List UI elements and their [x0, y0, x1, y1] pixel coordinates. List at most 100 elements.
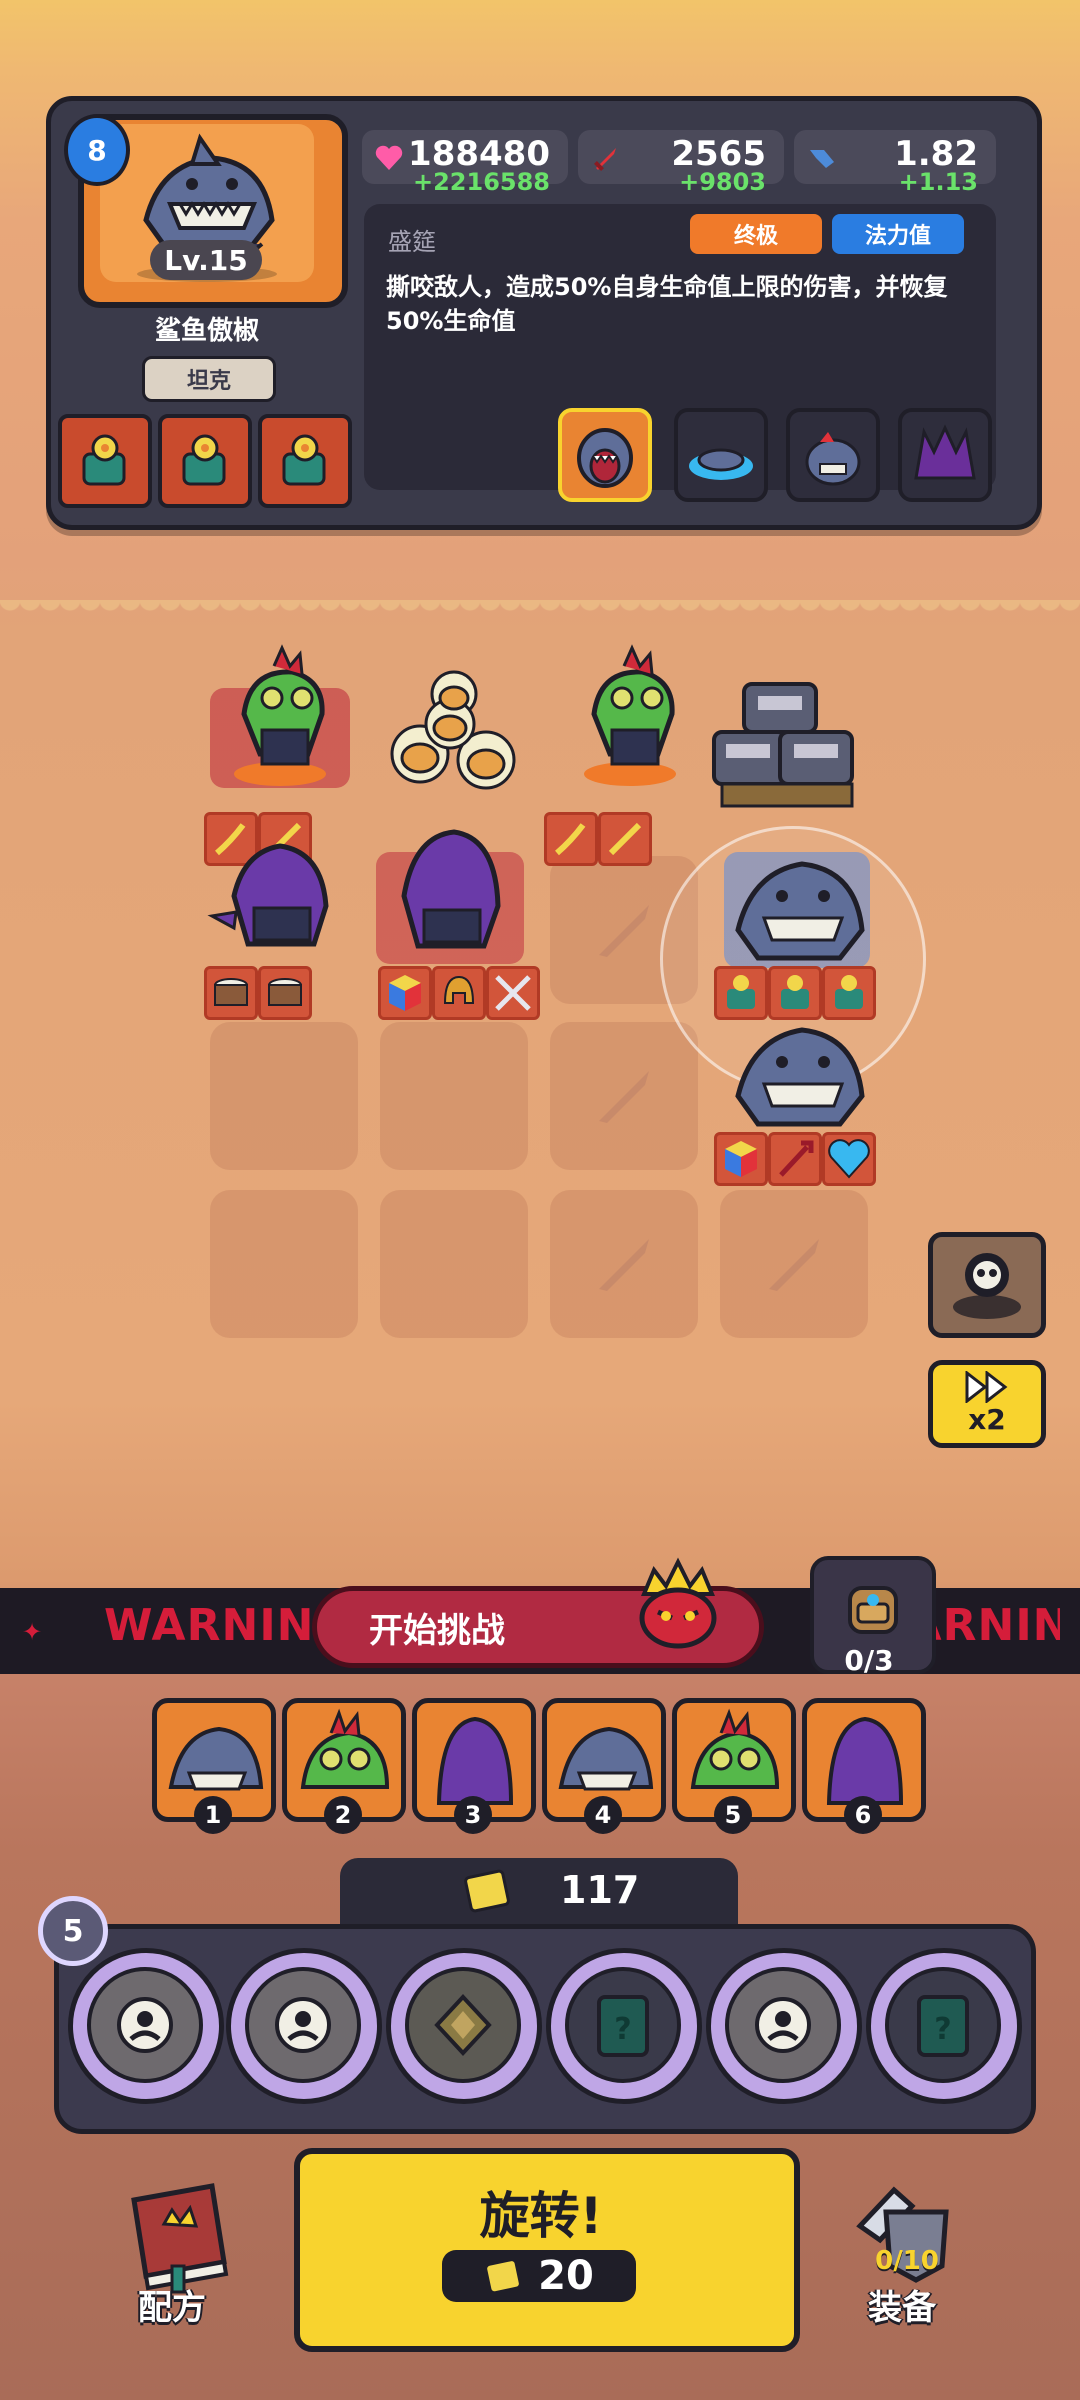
rainbow-cube-icon	[389, 975, 421, 1011]
rainbow-cube-icon	[725, 1141, 757, 1177]
recipe-book-button[interactable]	[116, 2176, 240, 2296]
start-challenge-label: 开始挑战	[369, 1610, 505, 1651]
trident-icon	[779, 1140, 814, 1177]
hero-equip-slot-3[interactable]	[258, 414, 352, 508]
stat-hp: 188480 +2216588	[362, 130, 568, 196]
hero-name: 鲨鱼傲椒	[154, 316, 259, 346]
unit-silhouette-icon	[117, 1997, 173, 2053]
grid-cell[interactable]	[380, 1022, 528, 1170]
drum-icon	[268, 978, 302, 1006]
gold-amount: 117	[560, 1868, 640, 1912]
skill-tier-tag: 终极	[690, 214, 822, 254]
item-water-heart[interactable]	[822, 1132, 876, 1186]
recipe-book-icon	[131, 2183, 229, 2294]
unit-purple-ghost-1[interactable]	[204, 816, 356, 964]
skill-name: 盛筵	[388, 228, 436, 256]
roster-number: 2	[324, 1796, 362, 1834]
recipe-label: 配方	[138, 2288, 206, 2328]
equipment-label: 装备	[868, 2288, 936, 2328]
roster-number: 1	[194, 1796, 232, 1834]
roster-number: 4	[584, 1796, 622, 1834]
heart-icon	[375, 145, 403, 170]
slot-ring-6[interactable]: ?	[866, 1948, 1022, 2104]
mystery-card-icon: ?	[917, 1995, 969, 2057]
item-cube[interactable]	[714, 1132, 768, 1186]
skill-slot-1-selected[interactable]	[558, 408, 652, 502]
backpack-icon	[848, 1586, 898, 1634]
skull-button[interactable]	[928, 1232, 1046, 1338]
slot-ring-4[interactable]: ?	[546, 1948, 702, 2104]
sand-edge	[0, 600, 1080, 618]
spin-label: 旋转!	[479, 2187, 603, 2245]
sword-placeholder-icon	[599, 905, 649, 957]
shark-bite-skill-icon	[577, 428, 633, 488]
gold-diamond-icon	[434, 1994, 492, 2056]
dagger-icon	[555, 823, 586, 856]
stat-speed: 1.82 +1.13	[794, 130, 996, 196]
water-shark-skill-icon	[689, 448, 753, 480]
slot-ring-1[interactable]	[68, 1948, 224, 2104]
roster-number: 3	[454, 1796, 492, 1834]
spin-cost: 20	[442, 2250, 636, 2302]
item-crossed-swords[interactable]	[486, 966, 540, 1020]
dagger-icon	[608, 822, 642, 856]
hero-level: Lv.15	[164, 243, 248, 277]
hero-equip-slot-2[interactable]	[158, 414, 252, 508]
gold-bar	[340, 1858, 738, 1928]
item-helmet[interactable]	[432, 966, 486, 1020]
hero-star-drop-icon: 8	[64, 114, 130, 186]
stat-attack-bonus: +9803	[679, 168, 766, 196]
slot-ring-3[interactable]	[386, 1948, 542, 2104]
item-golden-dagger[interactable]	[544, 812, 598, 866]
sword-icon	[594, 148, 616, 171]
speed-label: x2	[968, 1403, 1006, 1436]
unit-shark-selected[interactable]	[712, 834, 882, 982]
item-cube[interactable]	[378, 966, 432, 1020]
item-drum[interactable]	[258, 966, 312, 1020]
grid-cell-locked[interactable]	[720, 1190, 868, 1338]
svg-text:?: ?	[614, 2012, 631, 2047]
grid-cell-locked[interactable]	[550, 1190, 698, 1338]
speed-boot-icon	[810, 150, 834, 168]
unit-chameleon-1[interactable]	[204, 644, 356, 792]
flower-gauntlet-icon	[282, 434, 326, 486]
grid-cell[interactable]	[210, 1190, 358, 1338]
hero-equip-slot-1[interactable]	[58, 414, 152, 508]
item-red-trident[interactable]	[768, 1132, 822, 1186]
unit-hamster-flower[interactable]	[370, 668, 522, 816]
svg-text:?: ?	[934, 2012, 951, 2047]
slot-ring-2[interactable]	[226, 1948, 382, 2104]
grid-cell[interactable]	[210, 1022, 358, 1170]
angry-shark-skill-icon	[805, 432, 861, 486]
skill-slot-4[interactable]	[898, 408, 992, 502]
unit-silhouette-icon	[755, 1997, 811, 2053]
stat-attack: 2565 +9803	[578, 130, 784, 196]
gold-ticket-icon	[464, 1869, 510, 1913]
item-golden-dagger[interactable]	[598, 812, 652, 866]
speed-x2-button[interactable]: x2	[928, 1360, 1046, 1448]
stat-speed-bonus: +1.13	[898, 168, 978, 196]
unit-purple-ghost-2[interactable]	[370, 816, 524, 964]
warning-diamond-icon: ✦	[22, 1618, 43, 1646]
sword-placeholder-icon	[599, 1071, 649, 1123]
slot-ring-5[interactable]	[706, 1948, 862, 2104]
skill-cost-tag: 法力值	[832, 214, 964, 254]
drum-icon	[214, 978, 248, 1006]
hero-drop-level: 8	[87, 133, 107, 167]
gold-ticket-icon	[487, 2261, 520, 2292]
item-drum[interactable]	[204, 966, 258, 1020]
unit-chameleon-2[interactable]	[554, 644, 706, 792]
unit-robot-stack[interactable]	[692, 672, 892, 820]
grid-cell[interactable]	[380, 1190, 528, 1338]
spin-cost-value: 20	[538, 2253, 594, 2299]
flower-gauntlet-icon	[182, 434, 226, 486]
roster-number: 6	[844, 1796, 882, 1834]
grid-cell-locked[interactable]	[550, 1022, 698, 1170]
dark-jaws-skill-icon	[914, 424, 976, 480]
ring-level-badge: 5	[38, 1896, 108, 1966]
skill-slot-2[interactable]	[674, 408, 768, 502]
skill-slot-3[interactable]	[786, 408, 880, 502]
backpack-count: 0/3	[844, 1644, 894, 1677]
crossed-swords-icon	[495, 975, 531, 1011]
helmet-icon	[443, 975, 475, 1004]
